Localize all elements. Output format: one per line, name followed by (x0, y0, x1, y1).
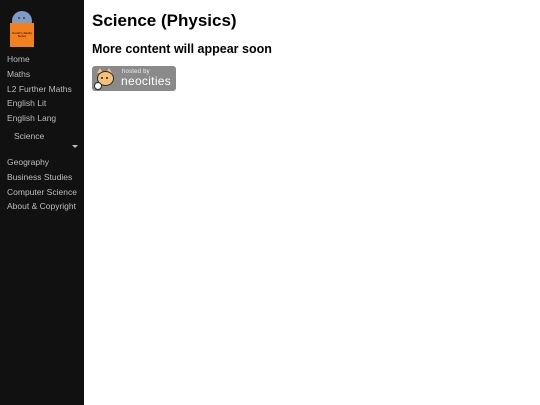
badge-neocities-text: neocities (121, 74, 172, 88)
sidebar-item-l2-further-maths[interactable]: L2 Further Maths (0, 82, 84, 97)
dropdown-label: Science (14, 130, 45, 141)
logo-badge: Sonic's Study Notes (10, 23, 34, 47)
page-title: Science (Physics) (92, 11, 237, 30)
sidebar-item-english-lang[interactable]: English Lang (0, 111, 84, 126)
logo-text: Sonic's Study Notes (12, 30, 32, 38)
sidebar-nav: Home Maths L2 Further Maths English Lit … (0, 52, 84, 214)
sidebar-item-about-copyright[interactable]: About & Copyright (0, 199, 84, 214)
neocities-cat-icon (94, 68, 116, 90)
sidebar-item-home[interactable]: Home (0, 52, 84, 67)
site-logo[interactable]: Sonic's Study Notes (10, 11, 34, 47)
sidebar-item-computer-science[interactable]: Computer Science (0, 185, 84, 200)
hosted-by-neocities-badge[interactable]: hosted by neocities (92, 66, 176, 91)
sidebar-dropdown-science[interactable]: Science (0, 129, 84, 155)
sidebar-item-business-studies[interactable]: Business Studies (0, 170, 84, 185)
sidebar-item-maths[interactable]: Maths (0, 67, 84, 82)
sidebar-item-english-lit[interactable]: English Lit (0, 96, 84, 111)
sidebar: Sonic's Study Notes Home Maths L2 Furthe… (0, 0, 84, 405)
sidebar-item-geography[interactable]: Geography (0, 155, 84, 170)
caret-down-icon[interactable] (72, 144, 78, 148)
page-subtitle: More content will appear soon (92, 42, 272, 56)
